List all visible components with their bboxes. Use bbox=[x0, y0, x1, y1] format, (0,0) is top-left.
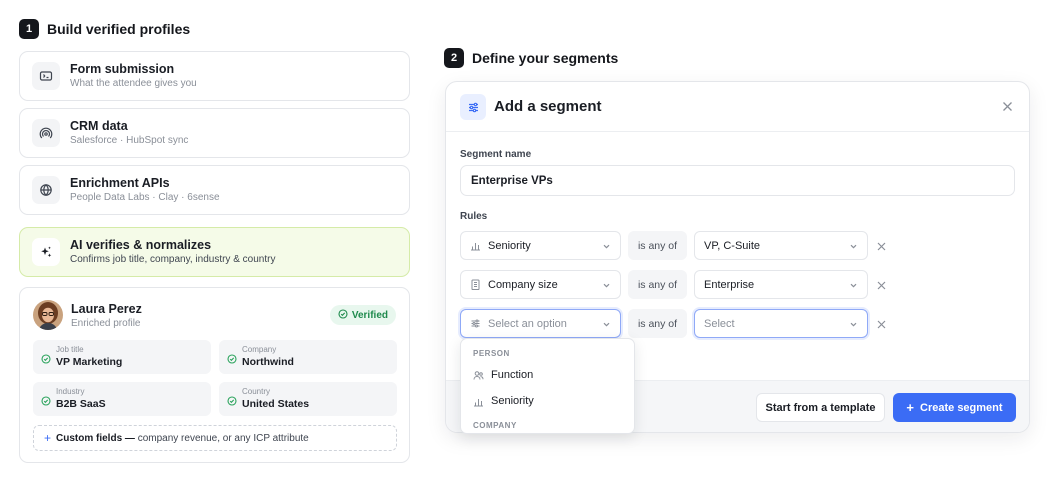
start-from-template-button[interactable]: Start from a template bbox=[756, 393, 885, 422]
profile-field-company: Company Northwind bbox=[219, 340, 397, 374]
select-value: Enterprise bbox=[704, 278, 755, 291]
source-title: Enrichment APIs bbox=[70, 176, 170, 190]
field-options-dropdown: PERSON Function Seniority COMPANY bbox=[460, 338, 635, 434]
field-value: VP Marketing bbox=[56, 356, 123, 368]
chevron-down-icon bbox=[602, 320, 611, 332]
check-circle-icon bbox=[227, 351, 237, 369]
bar-chart-icon bbox=[470, 240, 481, 251]
step-number: 2 bbox=[444, 48, 464, 68]
custom-fields-button[interactable]: + Custom fields — company revenue, or an… bbox=[33, 425, 397, 451]
building-icon bbox=[470, 279, 481, 290]
badge-label: Verified bbox=[351, 309, 388, 321]
source-subtitle: Salesforce · HubSpot sync bbox=[70, 135, 189, 146]
field-value: Northwind bbox=[242, 356, 294, 368]
rules-label: Rules bbox=[460, 211, 488, 222]
profile-field-job-title: Job title VP Marketing bbox=[33, 340, 211, 374]
source-card-form[interactable]: Form submission What the attendee gives … bbox=[19, 51, 410, 101]
dropdown-group-label: PERSON bbox=[473, 349, 510, 358]
source-subtitle: What the attendee gives you bbox=[70, 78, 197, 89]
step-number: 1 bbox=[19, 19, 39, 39]
profile-name: Laura Perez bbox=[71, 302, 142, 316]
rule-field-select[interactable]: Seniority bbox=[460, 231, 621, 260]
step-2-header: 2 Define your segments bbox=[444, 48, 618, 68]
profile-field-industry: Industry B2B SaaS bbox=[33, 382, 211, 416]
field-value: United States bbox=[242, 398, 310, 410]
chevron-down-icon bbox=[602, 242, 611, 254]
plus-icon: + bbox=[44, 431, 52, 445]
bar-chart-icon bbox=[473, 396, 484, 407]
step-title: Build verified profiles bbox=[47, 21, 191, 37]
check-circle-icon bbox=[338, 308, 348, 322]
enriched-profile-card: Laura Perez Enriched profile Verified Jo… bbox=[19, 287, 410, 463]
users-icon bbox=[473, 370, 484, 381]
dropdown-option-function[interactable]: Function bbox=[461, 363, 634, 387]
select-value: Seniority bbox=[488, 239, 531, 252]
profile-field-country: Country United States bbox=[219, 382, 397, 416]
source-title: Form submission bbox=[70, 62, 175, 76]
modal-header: Add a segment bbox=[446, 82, 1029, 132]
chevron-down-icon bbox=[849, 281, 858, 293]
sync-signal-icon bbox=[32, 119, 60, 147]
check-circle-icon bbox=[41, 351, 51, 369]
field-value: B2B SaaS bbox=[56, 398, 106, 410]
source-title: CRM data bbox=[70, 119, 128, 133]
field-label: Job title bbox=[56, 345, 84, 354]
option-label: Function bbox=[491, 369, 534, 381]
step-1-header: 1 Build verified profiles bbox=[19, 19, 190, 39]
rule-value-select[interactable]: VP, C-Suite bbox=[694, 231, 868, 260]
rule-operator[interactable]: is any of bbox=[628, 309, 687, 338]
remove-rule-icon[interactable] bbox=[875, 318, 887, 330]
field-label: Industry bbox=[56, 387, 85, 396]
plus-icon: + bbox=[906, 400, 915, 415]
rule-operator[interactable]: is any of bbox=[628, 231, 687, 260]
rule-field-select[interactable]: Company size bbox=[460, 270, 621, 299]
profile-subtitle: Enriched profile bbox=[71, 318, 141, 329]
check-circle-icon bbox=[41, 393, 51, 411]
dropdown-option-seniority[interactable]: Seniority bbox=[461, 389, 634, 413]
check-circle-icon bbox=[227, 393, 237, 411]
globe-icon bbox=[32, 176, 60, 204]
segment-name-input[interactable]: Enterprise VPs bbox=[460, 165, 1015, 196]
source-title: AI verifies & normalizes bbox=[70, 238, 212, 252]
sliders-icon bbox=[460, 94, 486, 120]
segment-name-label: Segment name bbox=[460, 149, 532, 160]
rule-value-select[interactable]: Enterprise bbox=[694, 270, 868, 299]
rule-value-select[interactable]: Select bbox=[694, 309, 868, 338]
verified-badge: Verified bbox=[329, 305, 396, 325]
remove-rule-icon[interactable] bbox=[875, 240, 887, 252]
source-card-crm[interactable]: CRM data Salesforce · HubSpot sync bbox=[19, 108, 410, 158]
sliders-icon bbox=[470, 318, 481, 329]
create-segment-label: Create segment bbox=[920, 401, 1003, 414]
sparkle-icon bbox=[32, 238, 60, 266]
chevron-down-icon bbox=[849, 320, 858, 332]
source-card-ai-verify[interactable]: AI verifies & normalizes Confirms job ti… bbox=[19, 227, 410, 277]
step-title: Define your segments bbox=[472, 50, 619, 66]
form-icon bbox=[32, 62, 60, 90]
custom-fields-text: Custom fields — company revenue, or any … bbox=[56, 433, 309, 444]
select-value: Company size bbox=[488, 278, 558, 291]
modal-title: Add a segment bbox=[494, 98, 602, 115]
source-subtitle: Confirms job title, company, industry & … bbox=[70, 254, 276, 265]
field-label: Country bbox=[242, 387, 271, 396]
select-value: VP, C-Suite bbox=[704, 239, 761, 252]
custom-fields-desc: company revenue, or any ICP attribute bbox=[137, 432, 309, 444]
rule-field-select[interactable]: Select an option bbox=[460, 309, 621, 338]
chevron-down-icon bbox=[849, 242, 858, 254]
create-segment-button[interactable]: + Create segment bbox=[893, 393, 1016, 422]
source-card-enrichment[interactable]: Enrichment APIs People Data Labs · Clay … bbox=[19, 165, 410, 215]
chevron-down-icon bbox=[602, 281, 611, 293]
dropdown-group-label: COMPANY bbox=[473, 421, 517, 430]
select-placeholder: Select bbox=[704, 317, 735, 330]
close-icon[interactable] bbox=[1000, 99, 1014, 113]
select-placeholder: Select an option bbox=[488, 317, 567, 330]
custom-fields-bold: Custom fields — bbox=[56, 432, 135, 444]
option-label: Seniority bbox=[491, 395, 534, 407]
avatar bbox=[33, 300, 63, 330]
source-subtitle: People Data Labs · Clay · 6sense bbox=[70, 192, 220, 203]
field-label: Company bbox=[242, 345, 277, 354]
remove-rule-icon[interactable] bbox=[875, 279, 887, 291]
rule-operator[interactable]: is any of bbox=[628, 270, 687, 299]
